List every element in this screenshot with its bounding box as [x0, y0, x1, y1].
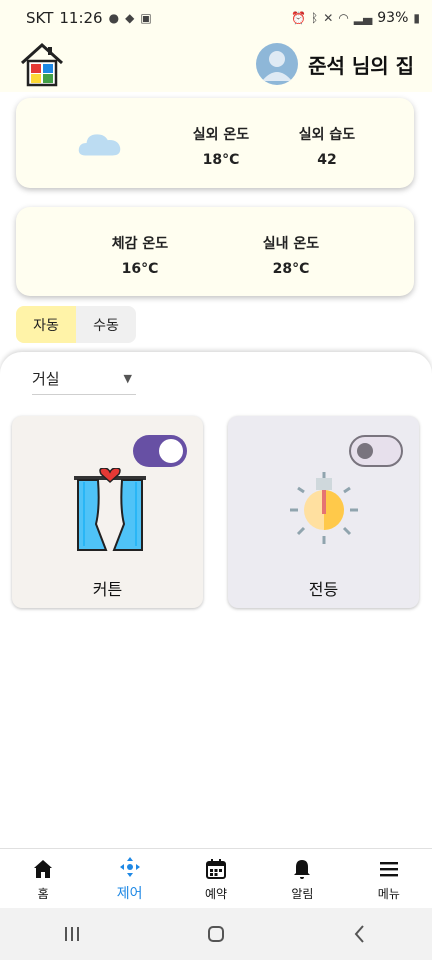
indoor-temp: 실내 온도 28°C — [244, 233, 338, 277]
feels-like-value: 16°C — [121, 261, 159, 277]
room-select[interactable]: 거실 ▼ — [32, 362, 136, 395]
nav-control[interactable]: 제어 — [86, 849, 172, 909]
feels-like-label: 체감 온도 — [111, 236, 169, 252]
bell-icon — [294, 859, 311, 879]
control-icon — [119, 857, 140, 877]
nav-home[interactable]: 홈 — [0, 849, 86, 909]
light-device-card[interactable]: 전등 — [228, 416, 419, 608]
talk-notification-icon: ● — [108, 11, 120, 25]
carrier-label: SKT — [26, 9, 54, 27]
outdoor-temp-label: 실외 온도 — [192, 127, 250, 143]
switch-knob — [357, 443, 373, 459]
home-logo-icon[interactable] — [18, 41, 66, 87]
curtain-device-card[interactable]: 커튼 — [12, 416, 203, 608]
app-notification-icon: ◆ — [125, 11, 135, 25]
feels-like-temp: 체감 온도 16°C — [93, 233, 187, 277]
nav-schedule-label: 예약 — [204, 886, 228, 901]
light-label: 전등 — [308, 580, 339, 599]
nav-schedule[interactable]: 예약 — [173, 849, 259, 909]
room-select-value: 거실 — [32, 369, 60, 388]
outdoor-humidity-value: 42 — [317, 152, 337, 168]
outdoor-weather-card: 실외 온도 18°C 실외 습도 42 — [16, 98, 414, 188]
curtain-label: 커튼 — [92, 580, 123, 599]
nav-menu-label: 메뉴 — [377, 886, 400, 901]
outdoor-humidity: 실외 습도 42 — [280, 124, 374, 168]
system-navigation-bar — [0, 908, 432, 960]
nav-notifications[interactable]: 알림 — [259, 849, 345, 909]
avatar[interactable] — [256, 43, 299, 85]
signal-icon: ▂▄ — [353, 11, 373, 25]
outdoor-temp: 실외 온도 18°C — [174, 124, 268, 168]
outdoor-temp-value: 18°C — [202, 152, 240, 168]
image-notification-icon: ▣ — [140, 11, 152, 25]
status-bar: SKT 11:26 ● ◆ ▣ ⏰ ᛒ ✕ ◠ ▂▄ 93% ▮ — [0, 0, 432, 36]
recent-apps-icon[interactable] — [60, 922, 84, 946]
home-icon — [34, 859, 53, 878]
battery-icon: ▮ — [413, 11, 420, 25]
nav-home-label: 홈 — [37, 886, 49, 901]
bluetooth-icon: ᛒ — [311, 11, 319, 25]
menu-icon — [379, 861, 398, 876]
calendar-icon — [206, 858, 227, 879]
back-icon[interactable] — [348, 922, 372, 946]
home-button-icon[interactable] — [204, 922, 228, 946]
dropdown-arrow-icon: ▼ — [123, 371, 132, 385]
lightbulb-icon — [290, 472, 358, 544]
curtain-icon — [74, 468, 146, 551]
mode-auto-button[interactable]: 자동 — [16, 306, 76, 343]
indoor-climate-card: 체감 온도 16°C 실내 온도 28°C — [16, 207, 414, 296]
switch-knob — [159, 439, 183, 463]
nav-control-label: 제어 — [116, 886, 143, 902]
mode-manual-button[interactable]: 수동 — [76, 306, 136, 343]
mute-icon: ✕ — [323, 11, 334, 25]
wifi-icon: ◠ — [338, 11, 349, 25]
home-title: 준석 님의 집 — [308, 53, 414, 78]
indoor-temp-value: 28°C — [272, 261, 310, 277]
light-switch[interactable] — [349, 435, 403, 467]
nav-notifications-label: 알림 — [291, 886, 314, 901]
indoor-temp-label: 실내 온도 — [262, 236, 320, 252]
curtain-switch[interactable] — [133, 435, 187, 467]
outdoor-humidity-label: 실외 습도 — [298, 127, 356, 143]
mode-toggle: 자동 수동 — [16, 306, 136, 343]
nav-menu[interactable]: 메뉴 — [346, 849, 432, 909]
alarm-icon: ⏰ — [291, 11, 307, 25]
app-header: 준석 님의 집 — [0, 36, 432, 92]
cloud-icon — [78, 134, 121, 156]
status-time: 11:26 — [59, 9, 103, 27]
battery-percent: 93% — [377, 10, 409, 26]
user-icon — [262, 51, 293, 81]
bottom-nav: 홈 제어 예약 알림 메뉴 — [0, 848, 432, 909]
